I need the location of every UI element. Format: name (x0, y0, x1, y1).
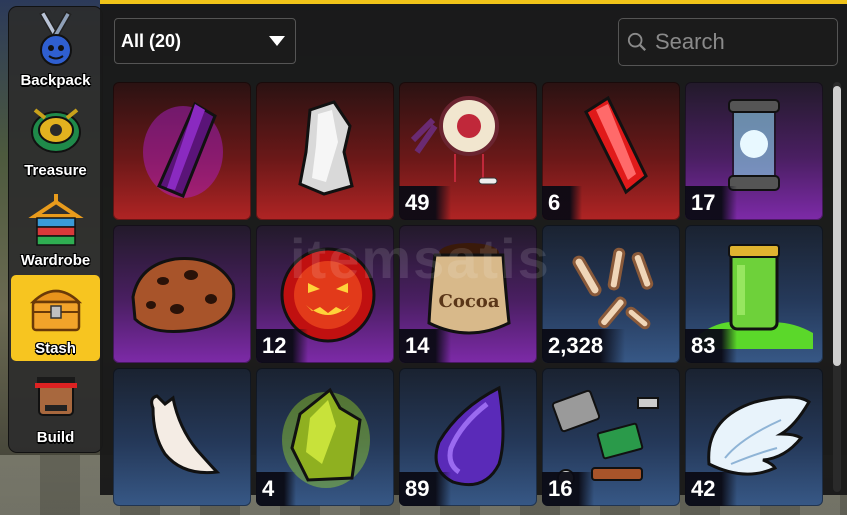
silver-shard-icon (298, 100, 354, 196)
item-card-purple-drop[interactable]: 89 (399, 368, 537, 506)
stash-chest-icon (29, 289, 82, 332)
cocoa-bag-label: Cocoa (439, 291, 500, 312)
search-box[interactable] (618, 18, 838, 66)
item-card-scrap-parts[interactable]: 16 (542, 368, 680, 506)
wardrobe-icon (27, 194, 84, 246)
item-quantity: 6 (542, 186, 583, 220)
item-card-cookie-rock[interactable] (113, 225, 251, 363)
item-card-bones[interactable]: 2,328 (542, 225, 680, 363)
item-quantity: 2,328 (542, 329, 626, 363)
item-quantity: 89 (399, 472, 452, 506)
nav-stash[interactable]: Stash (11, 275, 100, 361)
stash-panel: All (20) Search 49 6 17 12 Cocoa 14 2,32… (100, 4, 847, 506)
nav-label-treasure: Treasure (24, 162, 87, 179)
chevron-down-icon (269, 36, 285, 46)
nav-label-build: Build (36, 429, 75, 446)
item-card-green-ore[interactable]: 4 (256, 368, 394, 506)
nav-build[interactable]: Build (11, 364, 100, 450)
backpack-icon (38, 10, 72, 66)
nav-label-wardrobe: Wardrobe (20, 252, 91, 269)
nav-treasure[interactable]: Treasure (11, 97, 100, 183)
cookie-rock-icon (131, 257, 236, 333)
item-card-fang[interactable] (113, 368, 251, 506)
item-quantity: 42 (685, 472, 738, 506)
nav-backpack[interactable]: Backpack (11, 7, 100, 93)
filter-selected-label: All (20) (121, 30, 182, 51)
build-avatar-icon (34, 377, 77, 416)
item-card-dreamcatcher[interactable]: 49 (399, 82, 537, 220)
nav-label-backpack: Backpack (20, 72, 91, 89)
scrollbar-thumb[interactable] (833, 86, 841, 366)
item-quantity: 83 (685, 329, 738, 363)
item-quantity: 49 (399, 186, 452, 220)
fang-icon (150, 394, 221, 475)
inventory-sidebar: Backpack Treasure Wardrobe Stash Build (8, 6, 103, 453)
item-quantity: 4 (256, 472, 297, 506)
item-card-ectoplasm-jar[interactable]: 83 (685, 225, 823, 363)
nav-wardrobe[interactable]: Wardrobe (11, 187, 100, 273)
item-card-angel-wings[interactable]: 42 (685, 368, 823, 506)
item-quantity: 16 (542, 472, 595, 506)
purple-crystal-icon (143, 101, 223, 198)
search-input[interactable] (653, 28, 837, 56)
item-grid: 49 6 17 12 Cocoa 14 2,328 83 4 89 16 42 (113, 82, 825, 506)
item-card-lightning-capsule[interactable]: 17 (685, 82, 823, 220)
item-card-purple-crystal[interactable] (113, 82, 251, 220)
item-card-red-crystal[interactable]: 6 (542, 82, 680, 220)
item-quantity: 17 (685, 186, 738, 220)
item-card-cocoa-bag[interactable]: Cocoa 14 (399, 225, 537, 363)
item-quantity: 14 (399, 329, 452, 363)
category-filter-dropdown[interactable]: All (20) (114, 18, 296, 64)
item-card-demonic-wisp[interactable]: 12 (256, 225, 394, 363)
search-icon (627, 32, 646, 51)
item-quantity: 12 (256, 329, 309, 363)
grid-scrollbar[interactable] (833, 82, 841, 492)
nav-label-stash: Stash (35, 340, 76, 357)
item-card-silver-shard[interactable] (256, 82, 394, 220)
treasure-icon (30, 108, 81, 153)
